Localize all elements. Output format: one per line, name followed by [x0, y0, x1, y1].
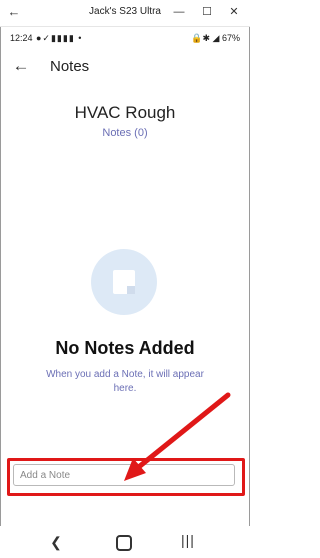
job-title: HVAC Rough [74, 103, 176, 122]
nav-bar: ❮ ||| [0, 526, 250, 558]
maximize-icon[interactable]: ☐ [198, 4, 216, 20]
window-titlebar: ← Jack's S23 Ultra — ☐ ✕ [0, 0, 250, 27]
notification-icons: ●✓▮▮▮▮ • [36, 33, 83, 43]
nav-recents-icon[interactable]: ||| [181, 532, 195, 548]
note-icon [91, 249, 157, 315]
battery-level: 67% [221, 33, 240, 43]
nav-home-icon[interactable] [116, 535, 132, 551]
screen-title: Notes [50, 58, 90, 75]
arrow-left-icon[interactable]: ← [12, 56, 30, 76]
status-time: 12:24 [10, 33, 33, 43]
input-highlight-box [7, 458, 245, 496]
note-fold [127, 286, 135, 294]
empty-state-heading: No Notes Added [55, 338, 195, 358]
note-glyph [113, 270, 135, 294]
window-back-icon[interactable]: ← [6, 4, 22, 20]
notes-count: Notes (0) [102, 127, 148, 139]
minimize-icon[interactable]: — [170, 4, 188, 20]
close-icon[interactable]: ✕ [225, 4, 243, 20]
status-bar: 12:24 ●✓▮▮▮▮ • 🔒✱ ◢ 67% [0, 30, 250, 48]
status-right: 🔒✱ ◢ 67% [191, 33, 240, 44]
nav-back-icon[interactable]: ❮ [48, 534, 64, 551]
system-icons: 🔒✱ ◢ [191, 33, 220, 43]
add-note-input[interactable] [13, 464, 235, 486]
empty-state-message: When you add a Note, it will appear here… [46, 369, 204, 394]
app-bar: ← Notes [0, 52, 250, 82]
